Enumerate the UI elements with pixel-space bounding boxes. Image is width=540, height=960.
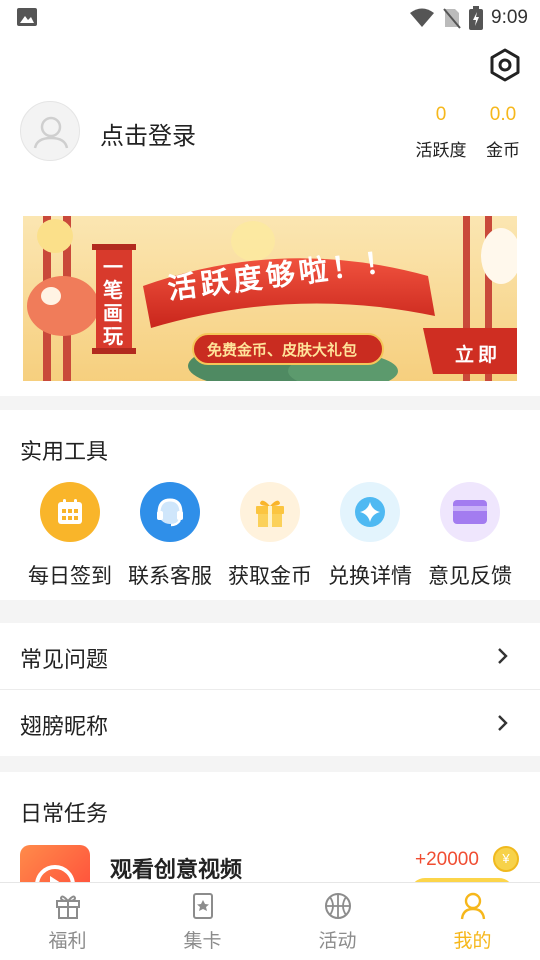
- user-icon: [460, 892, 485, 920]
- calendar-icon: [58, 499, 82, 524]
- tab-label: 集卡: [183, 930, 222, 952]
- promo-banner[interactable]: 一笔画玩 活跃度够啦！！ 免费金币、皮肤大礼包 立即: [23, 216, 517, 381]
- tool-label: 获取金币: [228, 564, 312, 588]
- tools-section: 实用工具 每日签到 联系客服 获取金币 兑换详情 意见反馈: [0, 410, 540, 600]
- battery-icon: [469, 6, 484, 30]
- activity-stat: 0 活跃度: [413, 104, 469, 161]
- clock: 9:09: [491, 7, 528, 28]
- task-reward: +20000: [415, 849, 479, 870]
- tool-label: 意见反馈: [428, 564, 512, 588]
- tool-daily-checkin[interactable]: 每日签到: [20, 482, 120, 590]
- tab-label: 我的: [453, 930, 492, 952]
- tasks-title: 日常任务: [20, 802, 109, 827]
- coin-label: 金币: [486, 141, 520, 161]
- banner-side-text: 一笔画玩: [103, 255, 123, 348]
- coin-value: 0.0: [489, 104, 517, 125]
- wifi-icon: [410, 8, 435, 27]
- chevron-right-icon: [498, 715, 508, 731]
- no-sim-icon: [443, 8, 461, 29]
- tool-exchange-details[interactable]: 兑换详情: [320, 482, 420, 590]
- tab-label: 活动: [318, 930, 357, 952]
- tab-activity[interactable]: 活动: [270, 891, 405, 953]
- menu-item-label: 常见问题: [20, 648, 109, 673]
- settings-icon[interactable]: [488, 48, 522, 82]
- tool-feedback[interactable]: 意见反馈: [420, 482, 520, 590]
- video-task-icon: [20, 845, 90, 882]
- login-link[interactable]: 点击登录: [100, 116, 196, 151]
- coin-stat: 0.0 金币: [482, 104, 524, 161]
- bottom-tab-bar: 福利 集卡 活动 我的: [0, 882, 540, 960]
- tools-title: 实用工具: [20, 440, 109, 465]
- diamond-icon: [355, 497, 385, 527]
- profile-card: 点击登录 0 活跃度 0.0 金币 一笔画玩 活跃度够啦！！ 免费金币、皮肤大礼…: [0, 36, 540, 396]
- image-notification-icon: [17, 8, 37, 26]
- default-avatar-icon: [33, 116, 69, 149]
- tab-collect-cards[interactable]: 集卡: [135, 891, 270, 953]
- play-icon: [35, 865, 75, 882]
- banner-cta: 立即: [455, 344, 502, 366]
- activity-value: 0: [435, 104, 447, 125]
- card-icon: [453, 500, 487, 524]
- tool-label: 联系客服: [128, 564, 212, 588]
- tool-get-coins[interactable]: 获取金币: [220, 482, 320, 590]
- menu-item-wing-nickname[interactable]: 翅膀昵称: [0, 690, 540, 756]
- avatar[interactable]: [20, 101, 80, 161]
- tool-label: 兑换详情: [328, 564, 412, 588]
- daily-tasks-section: 日常任务 观看创意视频 +20000 ¥: [0, 772, 540, 882]
- menu-item-faq[interactable]: 常见问题: [0, 623, 540, 689]
- status-bar: 9:09: [0, 0, 540, 36]
- banner-sub: 免费金币、皮肤大礼包: [207, 341, 358, 359]
- tool-label: 每日签到: [28, 564, 112, 588]
- gift-tab-icon: [55, 895, 80, 919]
- tab-label: 福利: [48, 930, 87, 952]
- coin-icon: ¥: [493, 846, 519, 872]
- tab-welfare[interactable]: 福利: [0, 891, 135, 953]
- headset-icon: [157, 498, 183, 527]
- chevron-right-icon: [498, 648, 508, 664]
- activity-label: 活跃度: [415, 141, 467, 161]
- basketball-icon: [324, 893, 351, 919]
- gift-icon: [256, 500, 284, 527]
- task-name: 观看创意视频: [110, 858, 243, 882]
- menu-item-label: 翅膀昵称: [20, 715, 109, 740]
- card-collection-icon: [192, 893, 213, 919]
- tab-mine[interactable]: 我的: [405, 891, 540, 953]
- tool-contact-support[interactable]: 联系客服: [120, 482, 220, 590]
